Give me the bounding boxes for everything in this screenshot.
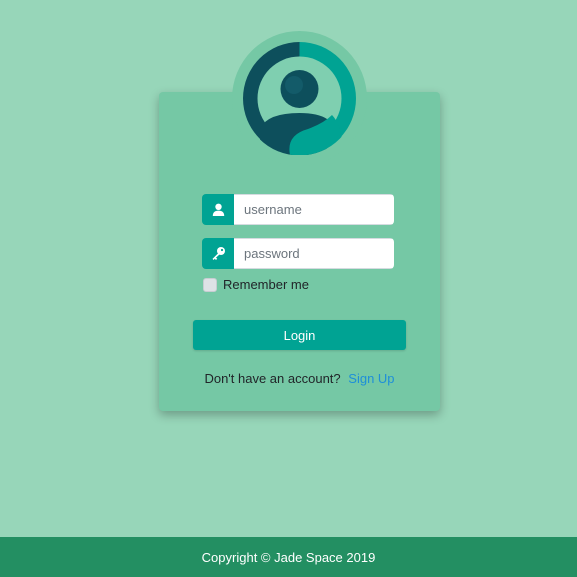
footer: Copyright © Jade Space 2019 — [0, 537, 577, 577]
signup-link[interactable]: Sign Up — [348, 371, 394, 386]
username-input[interactable] — [234, 194, 394, 225]
signup-prompt-line: Don't have an account? Sign Up — [159, 371, 440, 386]
remember-label: Remember me — [223, 277, 309, 292]
login-button[interactable]: Login — [193, 320, 406, 350]
remember-me[interactable]: Remember me — [203, 277, 309, 292]
avatar-icon — [232, 31, 367, 166]
footer-copyright: Copyright © Jade Space 2019 — [201, 549, 376, 565]
user-icon — [202, 194, 234, 225]
username-field-group — [202, 194, 394, 225]
password-input[interactable] — [234, 238, 394, 269]
password-field-group — [202, 238, 394, 269]
signup-prompt: Don't have an account? — [204, 371, 341, 386]
key-icon — [202, 238, 234, 269]
remember-checkbox[interactable] — [203, 277, 217, 292]
login-page: Remember me Login Don't have an account?… — [0, 0, 577, 577]
